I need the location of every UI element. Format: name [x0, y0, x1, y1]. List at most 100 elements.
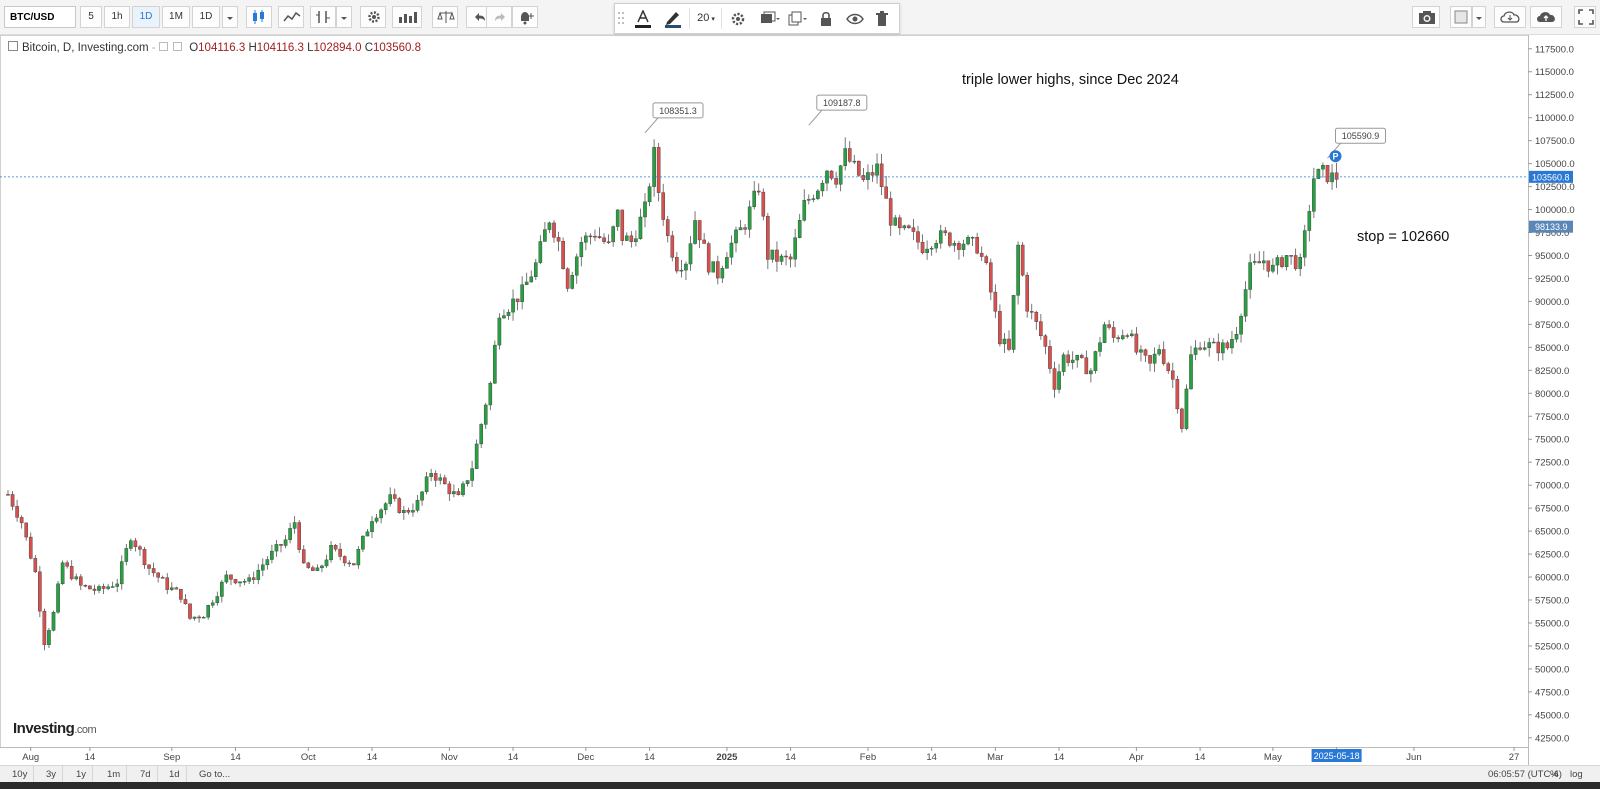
candle-body — [716, 261, 720, 279]
candle-body — [515, 298, 520, 303]
investing-logo: Investing.com — [13, 720, 97, 737]
hide-button[interactable] — [839, 4, 869, 33]
interval-1h-button[interactable]: 1h — [104, 6, 130, 28]
alert-button[interactable] — [512, 6, 538, 28]
clone-button[interactable] — [781, 4, 811, 33]
separator-dash: - — [151, 42, 159, 54]
candle-body — [397, 498, 402, 513]
font-size-value: 20 — [697, 12, 710, 24]
candle-body — [1261, 260, 1266, 264]
candle-body — [352, 563, 356, 566]
settings-icon[interactable] — [158, 42, 168, 51]
chart-templates-button[interactable] — [392, 6, 422, 28]
time-tick-label: 14 — [85, 752, 96, 763]
candle-body — [588, 235, 593, 238]
candle-body — [652, 147, 656, 187]
close-icon[interactable] — [173, 42, 182, 51]
save-to-cloud-button[interactable] — [1530, 6, 1562, 28]
indicators-dropdown[interactable] — [336, 6, 352, 28]
price-tick-label: 80000.0 — [1535, 389, 1569, 400]
candle-body — [1307, 211, 1312, 231]
chart-overlay: 108351.3 109187.8 105590.9 Ptriple lower hi… — [0, 72, 1528, 245]
interval-dropdown[interactable]: 1D — [192, 6, 220, 28]
interval-5-button[interactable]: 5 — [80, 6, 102, 28]
indicators-button[interactable] — [310, 6, 336, 28]
range-1y-button[interactable]: 1y — [70, 766, 94, 783]
drawing-settings-button[interactable] — [723, 4, 753, 33]
candle-body — [807, 199, 811, 201]
candle-body — [1216, 341, 1221, 354]
candle-body — [1207, 342, 1211, 348]
range-10y-button[interactable]: 10y — [6, 766, 35, 783]
interval-1d-button[interactable]: 1D — [132, 6, 160, 28]
candle-body — [729, 242, 734, 258]
candle-body — [1052, 368, 1057, 390]
redo-button[interactable] — [486, 6, 512, 28]
price-axis[interactable]: 42500.0 45000.0 47500.0 50000.0 52500.0 55000… — [1528, 35, 1600, 765]
layout-button[interactable] — [1450, 6, 1472, 28]
annotation-text: stop = 102660 — [1357, 229, 1449, 245]
price-chart[interactable]: 42500.0 45000.0 47500.0 50000.0 52500.0 55000… — [0, 35, 1600, 765]
log-scale-toggle[interactable]: log — [1570, 766, 1583, 783]
time-axis[interactable]: Aug 14 Sep 14 Oct 14 Nov 14 Dec 14 2025 14 Feb 14 Mar 1… — [0, 747, 1528, 765]
load-from-cloud-button[interactable] — [1494, 6, 1526, 28]
price-tick-label: 112500.0 — [1535, 90, 1574, 101]
candle-body — [952, 243, 957, 246]
time-tick-label: 27 — [1509, 752, 1520, 763]
screenshot-button[interactable] — [1412, 6, 1440, 28]
interval-dropdown-arrow[interactable] — [222, 6, 238, 28]
candle-body — [270, 550, 274, 560]
price-tick-label: 67500.0 — [1535, 504, 1569, 515]
range-1m-button[interactable]: 1m — [101, 766, 128, 783]
range-3y-button[interactable]: 3y — [40, 766, 64, 783]
candle-body — [6, 494, 10, 496]
candle-body — [752, 190, 756, 208]
candle-body — [870, 172, 875, 176]
compare-button[interactable] — [278, 6, 304, 28]
candle-body — [688, 243, 693, 265]
font-size-select[interactable]: 20 ▾ — [691, 4, 721, 33]
range-7d-button[interactable]: 7d — [134, 766, 158, 783]
lock-button[interactable] — [811, 4, 841, 33]
candle-body — [820, 182, 825, 192]
candle-body — [1048, 346, 1052, 369]
candle-body — [33, 558, 38, 573]
candle-body — [1120, 335, 1125, 340]
candle-body — [188, 603, 192, 619]
fullscreen-button[interactable] — [1574, 6, 1596, 28]
percent-scale-toggle[interactable]: % — [1550, 766, 1558, 783]
candle-body — [1266, 260, 1271, 272]
candle-body — [1107, 324, 1111, 328]
candles-style-button[interactable] — [246, 6, 272, 28]
range-1d-button[interactable]: 1d — [163, 766, 187, 783]
candle-body — [779, 255, 784, 262]
drag-handle[interactable] — [615, 4, 627, 33]
candle-body — [56, 583, 60, 613]
settings-button[interactable] — [360, 6, 386, 28]
current-date-label: 2025-05-18 — [1314, 751, 1360, 761]
candle-body — [493, 344, 497, 384]
candle-body — [979, 252, 984, 257]
candle-body — [1189, 354, 1193, 390]
candle-body — [183, 599, 188, 604]
go-to-date-button[interactable]: Go to... — [193, 766, 236, 783]
delete-button[interactable] — [867, 4, 897, 33]
candle-body — [1234, 333, 1239, 340]
visibility-button[interactable] — [753, 4, 783, 33]
candle-body — [297, 522, 302, 550]
compare-scale-button[interactable] — [432, 6, 458, 28]
camera-icon — [1419, 11, 1435, 24]
text-color-button[interactable] — [627, 4, 657, 33]
candle-body — [738, 227, 743, 231]
candle-body — [975, 237, 979, 254]
candle-body — [957, 243, 961, 250]
interval-1m-button[interactable]: 1M — [162, 6, 190, 28]
candle-body — [816, 190, 820, 199]
candle-body — [838, 165, 843, 185]
collapse-icon[interactable] — [8, 41, 18, 51]
line-color-button[interactable] — [657, 4, 687, 33]
candle-body — [361, 535, 365, 550]
candle-body — [1170, 370, 1175, 380]
symbol-input[interactable] — [4, 6, 76, 28]
layout-dropdown[interactable] — [1472, 6, 1486, 28]
